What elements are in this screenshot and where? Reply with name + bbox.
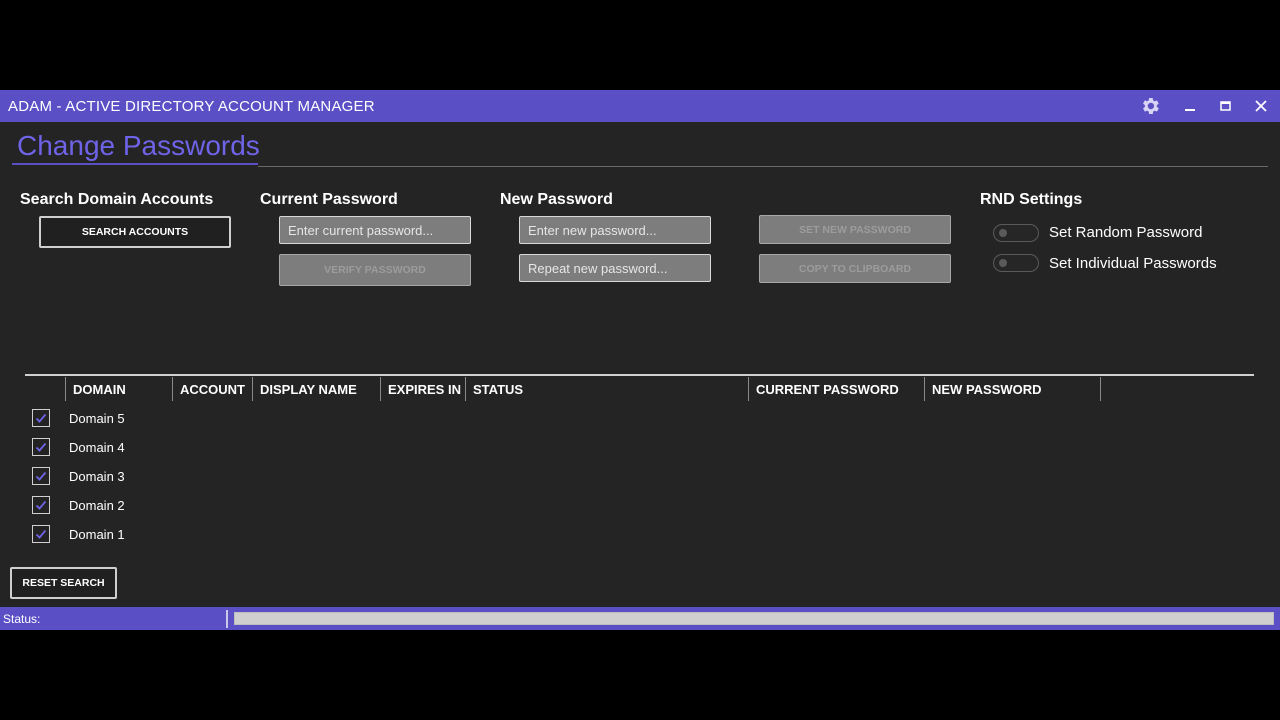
row-domain-name: Domain 1 (69, 527, 125, 542)
rnd-settings-label: RND Settings (980, 191, 1083, 208)
column-header-account[interactable]: ACCOUNT (180, 382, 245, 397)
gear-icon (1143, 98, 1159, 114)
row-domain-name: Domain 5 (69, 411, 125, 426)
reset-search-button[interactable]: RESET SEARCH (10, 567, 117, 599)
column-header-current-password[interactable]: CURRENT PASSWORD (756, 382, 899, 397)
random-password-label: Set Random Password (1049, 224, 1203, 241)
toggle-knob (999, 229, 1007, 237)
row-domain-name: Domain 2 (69, 498, 125, 513)
column-header-domain[interactable]: DOMAIN (73, 382, 126, 397)
new-password-input[interactable] (519, 216, 711, 244)
row-checkbox[interactable] (32, 409, 50, 427)
checkmark-icon (35, 471, 47, 481)
column-separator[interactable] (1100, 377, 1101, 401)
row-checkbox[interactable] (32, 525, 50, 543)
title-bar[interactable]: ADAM - ACTIVE DIRECTORY ACCOUNT MANAGER (0, 90, 1280, 122)
checkmark-icon (35, 413, 47, 423)
column-separator[interactable] (924, 377, 925, 401)
checkmark-icon (35, 529, 47, 539)
row-checkbox[interactable] (32, 438, 50, 456)
column-separator[interactable] (65, 377, 66, 401)
minimize-icon (1185, 109, 1195, 111)
column-header-display-name[interactable]: DISPLAY NAME (260, 382, 357, 397)
page-title: Change Passwords (17, 130, 260, 161)
column-separator[interactable] (172, 377, 173, 401)
search-accounts-button[interactable]: SEARCH ACCOUNTS (39, 216, 231, 248)
column-header-new-password[interactable]: NEW PASSWORD (932, 382, 1042, 397)
status-divider (226, 610, 228, 628)
column-separator[interactable] (380, 377, 381, 401)
column-header-expires-in[interactable]: EXPIRES IN (388, 382, 461, 397)
set-new-password-button[interactable]: SET NEW PASSWORD (759, 215, 951, 244)
settings-button[interactable] (1136, 94, 1164, 118)
row-domain-name: Domain 4 (69, 440, 125, 455)
status-bar: Status: (0, 607, 1280, 630)
row-checkbox[interactable] (32, 467, 50, 485)
random-password-toggle[interactable] (993, 224, 1039, 242)
minimize-button[interactable] (1176, 94, 1204, 118)
checkmark-icon (35, 500, 47, 510)
verify-password-button[interactable]: VERIFY PASSWORD (279, 254, 471, 286)
new-password-label: New Password (500, 191, 613, 208)
toggle-knob (999, 259, 1007, 267)
repeat-password-input[interactable] (519, 254, 711, 282)
individual-passwords-toggle[interactable] (993, 254, 1039, 272)
individual-passwords-label: Set Individual Passwords (1049, 255, 1217, 272)
app-window: ADAM - ACTIVE DIRECTORY ACCOUNT MANAGER … (0, 90, 1280, 630)
row-domain-name: Domain 3 (69, 469, 125, 484)
close-icon (1255, 100, 1267, 112)
column-separator[interactable] (465, 377, 466, 401)
close-button[interactable] (1247, 94, 1275, 118)
column-separator[interactable] (748, 377, 749, 401)
current-password-label: Current Password (260, 191, 398, 208)
checkmark-icon (35, 442, 47, 452)
window-title: ADAM - ACTIVE DIRECTORY ACCOUNT MANAGER (8, 98, 375, 115)
column-separator[interactable] (252, 377, 253, 401)
status-label: Status: (3, 612, 41, 626)
copy-to-clipboard-button[interactable]: COPY TO CLIPBOARD (759, 254, 951, 283)
row-checkbox[interactable] (32, 496, 50, 514)
title-underline (12, 163, 258, 165)
maximize-icon (1219, 100, 1231, 111)
maximize-button[interactable] (1211, 94, 1239, 118)
column-header-status[interactable]: STATUS (473, 382, 523, 397)
header-divider (258, 166, 1268, 167)
table-top-border (25, 374, 1254, 376)
current-password-input[interactable] (279, 216, 471, 244)
progress-bar (234, 612, 1274, 625)
search-section-label: Search Domain Accounts (20, 191, 214, 208)
